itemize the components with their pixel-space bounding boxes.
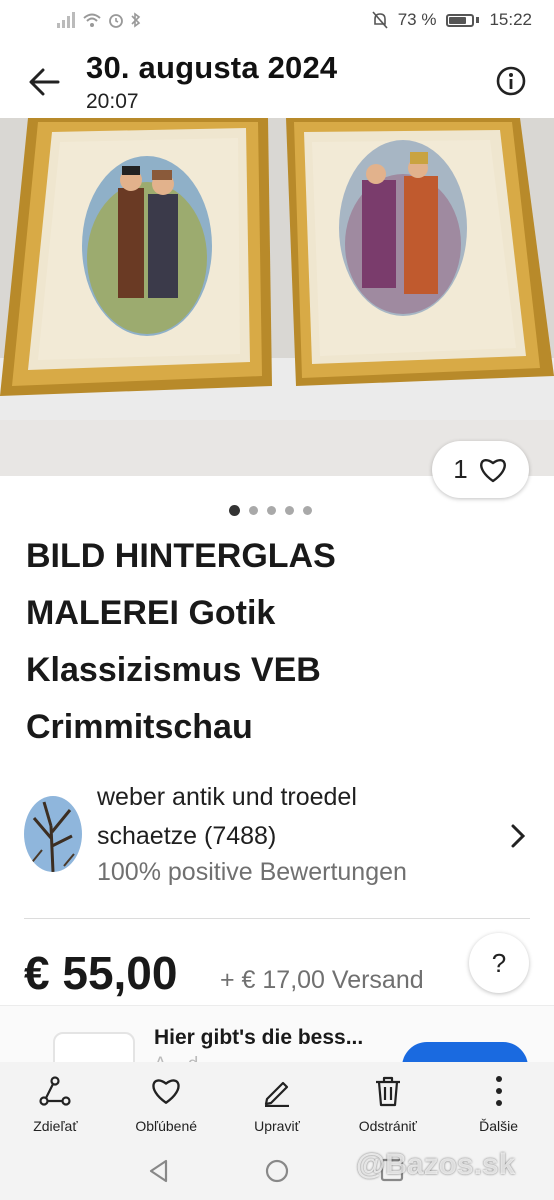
- delete-button[interactable]: Odstrániť: [332, 1062, 443, 1142]
- seller-info[interactable]: weber antik und troedel schaetze (7488) …: [0, 770, 554, 900]
- share-label: Zdieľať: [33, 1118, 78, 1134]
- pagination-dot[interactable]: [303, 506, 312, 515]
- edit-button[interactable]: Upraviť: [222, 1062, 333, 1142]
- page-title: 30. augusta 2024: [86, 50, 338, 85]
- image-pagination: [229, 505, 312, 516]
- info-button[interactable]: [494, 64, 528, 98]
- bottom-toolbar: Zdieľať Obľúbené Upraviť Odstrániť Ďalši…: [0, 1062, 554, 1142]
- trash-icon: [371, 1074, 405, 1108]
- listing-title: BILD HINTERGLAS MALEREI Gotik Klassizism…: [26, 528, 406, 756]
- seller-name-line: schaetze (7488): [97, 822, 277, 850]
- seller-name: weber antik und troedel schaetze (7488): [97, 778, 457, 856]
- favorite-button[interactable]: Obľúbené: [111, 1062, 222, 1142]
- like-button[interactable]: 1: [432, 441, 529, 498]
- nav-back-icon[interactable]: [146, 1158, 172, 1184]
- more-label: Ďalšie: [479, 1118, 519, 1134]
- shipping-cost: + € 17,00 Versand: [220, 966, 424, 994]
- status-icons-right: 73 % 15:22: [372, 10, 532, 30]
- seller-rating: 100% positive Bewertungen: [97, 858, 407, 886]
- like-count: 1: [453, 454, 468, 484]
- battery-tip: [476, 17, 480, 23]
- share-button[interactable]: Zdieľať: [0, 1062, 111, 1142]
- status-bar: 73 % 15:22: [0, 0, 554, 44]
- listing-title-line: BILD HINTERGLAS: [26, 537, 336, 575]
- ad-text: Hier gibt's die bess...: [154, 1026, 364, 1049]
- pagination-dot[interactable]: [249, 506, 258, 515]
- pagination-dot[interactable]: [285, 506, 294, 515]
- signal-icon: [57, 12, 75, 28]
- page-subtitle: 20:07: [86, 90, 139, 113]
- delete-label: Odstrániť: [358, 1118, 417, 1134]
- system-nav-bar: @Bazos.sk: [0, 1142, 554, 1200]
- status-icons-left: [56, 12, 142, 28]
- app-header: 30. augusta 2024 20:07: [0, 44, 554, 118]
- battery-percent: 73 %: [397, 10, 437, 29]
- heart-icon: [149, 1074, 183, 1108]
- chevron-right-icon: [511, 824, 526, 848]
- help-button[interactable]: ?: [469, 933, 529, 993]
- mute-bell-icon: [372, 11, 388, 29]
- ad-thumbnail: [53, 1032, 135, 1065]
- arrow-left-icon: [29, 68, 60, 96]
- more-button[interactable]: Ďalšie: [443, 1062, 554, 1142]
- divider: [24, 918, 530, 919]
- listing-photo[interactable]: [0, 118, 554, 476]
- info-icon: [496, 66, 526, 96]
- back-button[interactable]: [24, 62, 64, 102]
- clock: 15:22: [489, 10, 532, 29]
- nav-home-icon[interactable]: [264, 1158, 290, 1184]
- listing-title-line: Klassizismus VEB: [26, 651, 321, 689]
- pagination-dot[interactable]: [229, 505, 240, 516]
- edit-label: Upraviť: [254, 1118, 300, 1134]
- alarm-icon: [109, 14, 123, 28]
- watermark: @Bazos.sk: [356, 1148, 516, 1181]
- ad-banner[interactable]: Hier gibt's die bess... A... d...: [0, 1005, 554, 1065]
- pagination-dot[interactable]: [267, 506, 276, 515]
- share-icon: [38, 1074, 72, 1108]
- listing-title-line: MALEREI Gotik: [26, 594, 276, 632]
- favorite-label: Obľúbené: [135, 1118, 198, 1134]
- bluetooth-icon: [131, 12, 141, 28]
- heart-icon: [479, 458, 506, 482]
- wifi-icon: [83, 13, 101, 27]
- seller-name-line: weber antik und troedel: [97, 783, 357, 811]
- more-vertical-icon: [482, 1074, 516, 1108]
- price: € 55,00: [24, 947, 178, 999]
- edit-icon: [260, 1074, 294, 1108]
- seller-avatar: [24, 796, 82, 872]
- listing-title-line: Crimmitschau: [26, 708, 253, 746]
- photo-frames-image: [0, 118, 554, 420]
- battery-icon: [446, 13, 475, 27]
